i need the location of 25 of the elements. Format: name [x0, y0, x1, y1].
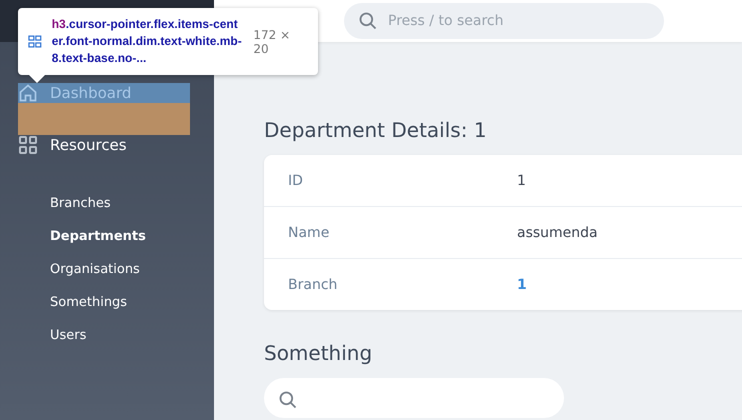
grid-icon	[18, 135, 38, 155]
field-label: ID	[288, 172, 304, 188]
sidebar-link[interactable]: Departments	[50, 220, 214, 253]
sidebar-link[interactable]: Branches	[50, 187, 214, 220]
sidebar-item[interactable]: Resources	[18, 135, 190, 155]
sidebar-link[interactable]: Users	[50, 319, 214, 352]
field-label: Name	[288, 224, 330, 240]
search-field[interactable]: Press / to search	[344, 3, 664, 39]
field-link[interactable]: 1	[517, 276, 527, 292]
section-title: Something	[264, 341, 374, 365]
field-value: assumenda	[517, 224, 598, 240]
detail-title: Department Details: 1	[264, 118, 488, 142]
search-icon	[358, 11, 378, 31]
element-icon	[28, 34, 42, 48]
search-field[interactable]	[264, 378, 564, 418]
field-label: Branch	[288, 276, 338, 292]
field-value: 1	[517, 172, 526, 188]
home-icon	[18, 83, 38, 103]
sidebar-item-label: Dashboard	[50, 84, 132, 102]
search-icon	[278, 390, 298, 410]
sidebar-link[interactable]: Somethings	[50, 286, 214, 319]
element-selector: h3.cursor-pointer.flex.items-center.font-normal.dim.text-white.mb-8.text-base.no-...	[52, 16, 243, 67]
sidebar-link[interactable]: Organisations	[50, 253, 214, 286]
element-size: 172 × 20	[253, 28, 292, 56]
sidebar-item-label: Resources	[50, 136, 127, 154]
